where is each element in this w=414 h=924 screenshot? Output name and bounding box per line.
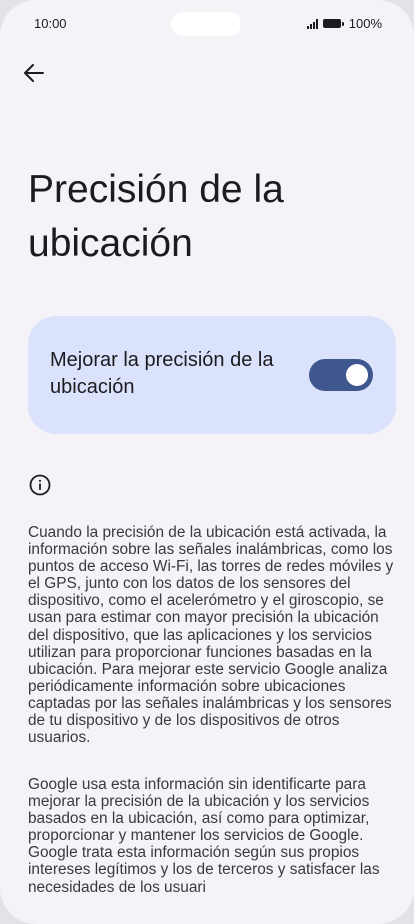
improve-accuracy-switch[interactable] <box>309 359 373 391</box>
info-paragraph-1: Cuando la precisión de la ubicación está… <box>28 524 394 747</box>
info-paragraph-2: Google usa esta información sin identifi… <box>28 776 380 896</box>
info-icon <box>29 474 51 496</box>
arrow-back-icon <box>24 64 44 82</box>
camera-cutout <box>171 12 241 36</box>
phone-screen: 10:00 100% Precisión de la ubicación Mej… <box>0 0 414 924</box>
page-title: Precisión de la ubicación <box>28 168 284 265</box>
improve-accuracy-card[interactable]: Mejorar la precisión de la ubicación <box>28 316 396 434</box>
battery-icon <box>322 19 344 28</box>
status-bar: 10:00 100% <box>0 0 414 46</box>
status-time: 10:00 <box>34 16 67 31</box>
back-button[interactable] <box>18 57 50 89</box>
battery-percentage: 100% <box>348 16 382 31</box>
improve-accuracy-label: Mejorar la precisión de la ubicación <box>50 349 274 398</box>
signal-icon <box>306 18 318 29</box>
status-icons: 100% <box>306 16 382 31</box>
switch-thumb <box>346 364 368 386</box>
